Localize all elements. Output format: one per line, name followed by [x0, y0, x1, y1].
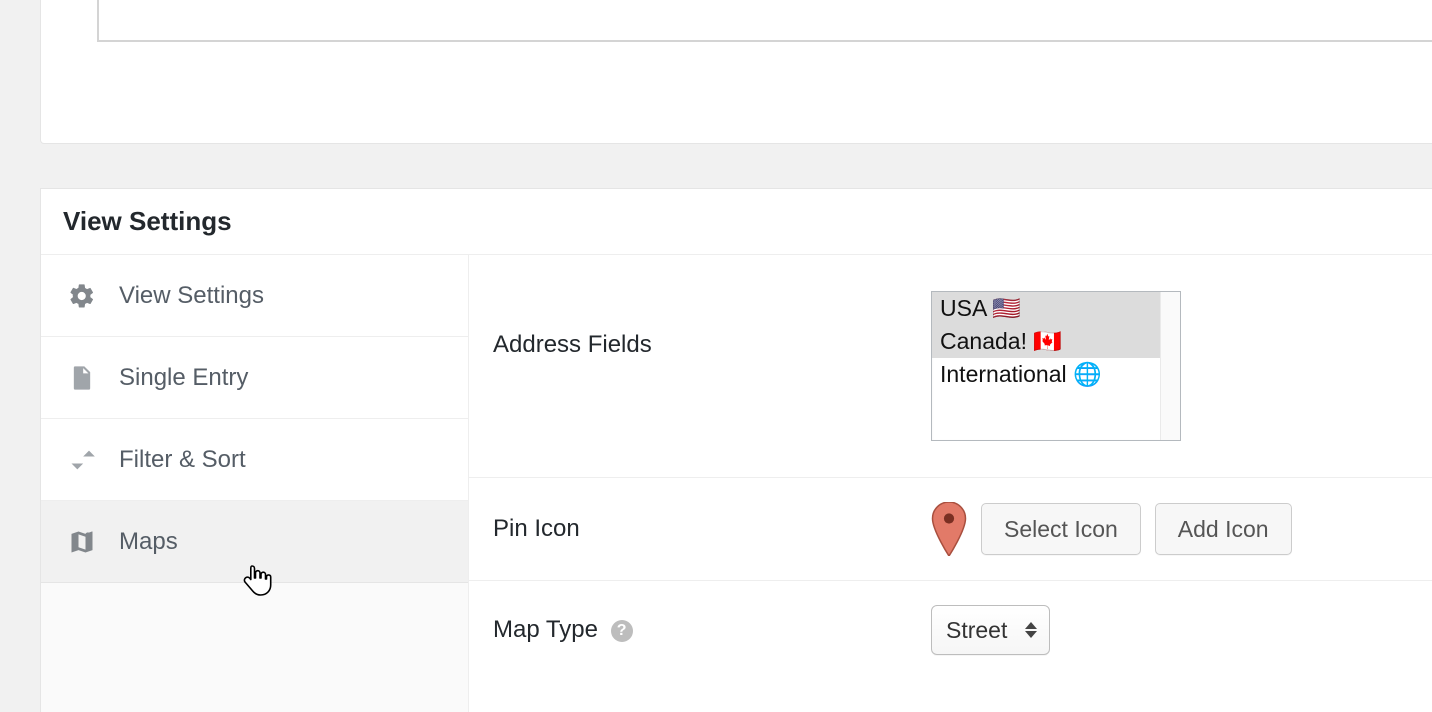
sidebar-item-label: Filter & Sort: [119, 446, 246, 474]
multiselect-scrollbar[interactable]: [1160, 292, 1180, 440]
panel-header: View Settings: [41, 189, 1432, 255]
add-icon-button[interactable]: Add Icon: [1155, 503, 1292, 555]
sort-icon: [65, 446, 99, 474]
map-type-label-text: Map Type: [493, 616, 598, 643]
map-type-select[interactable]: Street: [931, 605, 1050, 655]
settings-sidebar: View Settings Single Entry Filter & Sort…: [41, 255, 469, 712]
sidebar-item-filter-sort[interactable]: Filter & Sort: [41, 419, 468, 501]
help-icon[interactable]: ?: [611, 620, 633, 642]
map-icon: [65, 528, 99, 556]
previous-panel: [40, 0, 1432, 144]
panel-title: View Settings: [63, 206, 232, 237]
address-option-usa[interactable]: USA 🇺🇸: [932, 292, 1160, 325]
address-option-international[interactable]: International 🌐: [932, 358, 1160, 391]
sidebar-item-label: Single Entry: [119, 364, 248, 392]
address-option-canada[interactable]: Canada! 🇨🇦: [932, 325, 1160, 358]
select-icon-button[interactable]: Select Icon: [981, 503, 1141, 555]
map-type-label: Map Type ?: [493, 616, 931, 644]
settings-content: Address Fields USA 🇺🇸 Canada! 🇨🇦 Interna…: [469, 255, 1432, 712]
select-caret-icon: [1025, 622, 1037, 638]
map-pin-icon: [931, 502, 967, 556]
sidebar-item-label: View Settings: [119, 282, 264, 310]
sidebar-item-single-entry[interactable]: Single Entry: [41, 337, 468, 419]
address-fields-label: Address Fields: [493, 291, 931, 359]
pin-icon-label: Pin Icon: [493, 515, 931, 543]
sidebar-item-label: Maps: [119, 528, 178, 556]
view-settings-panel: View Settings View Settings Single Entry: [40, 188, 1432, 712]
gear-icon: [65, 282, 99, 310]
previous-panel-inner: [97, 0, 1432, 42]
document-icon: [65, 364, 99, 392]
sidebar-item-maps[interactable]: Maps: [41, 501, 468, 583]
address-fields-select[interactable]: USA 🇺🇸 Canada! 🇨🇦 International 🌐: [931, 291, 1181, 441]
map-type-value: Street: [946, 617, 1007, 644]
sidebar-item-view-settings[interactable]: View Settings: [41, 255, 468, 337]
